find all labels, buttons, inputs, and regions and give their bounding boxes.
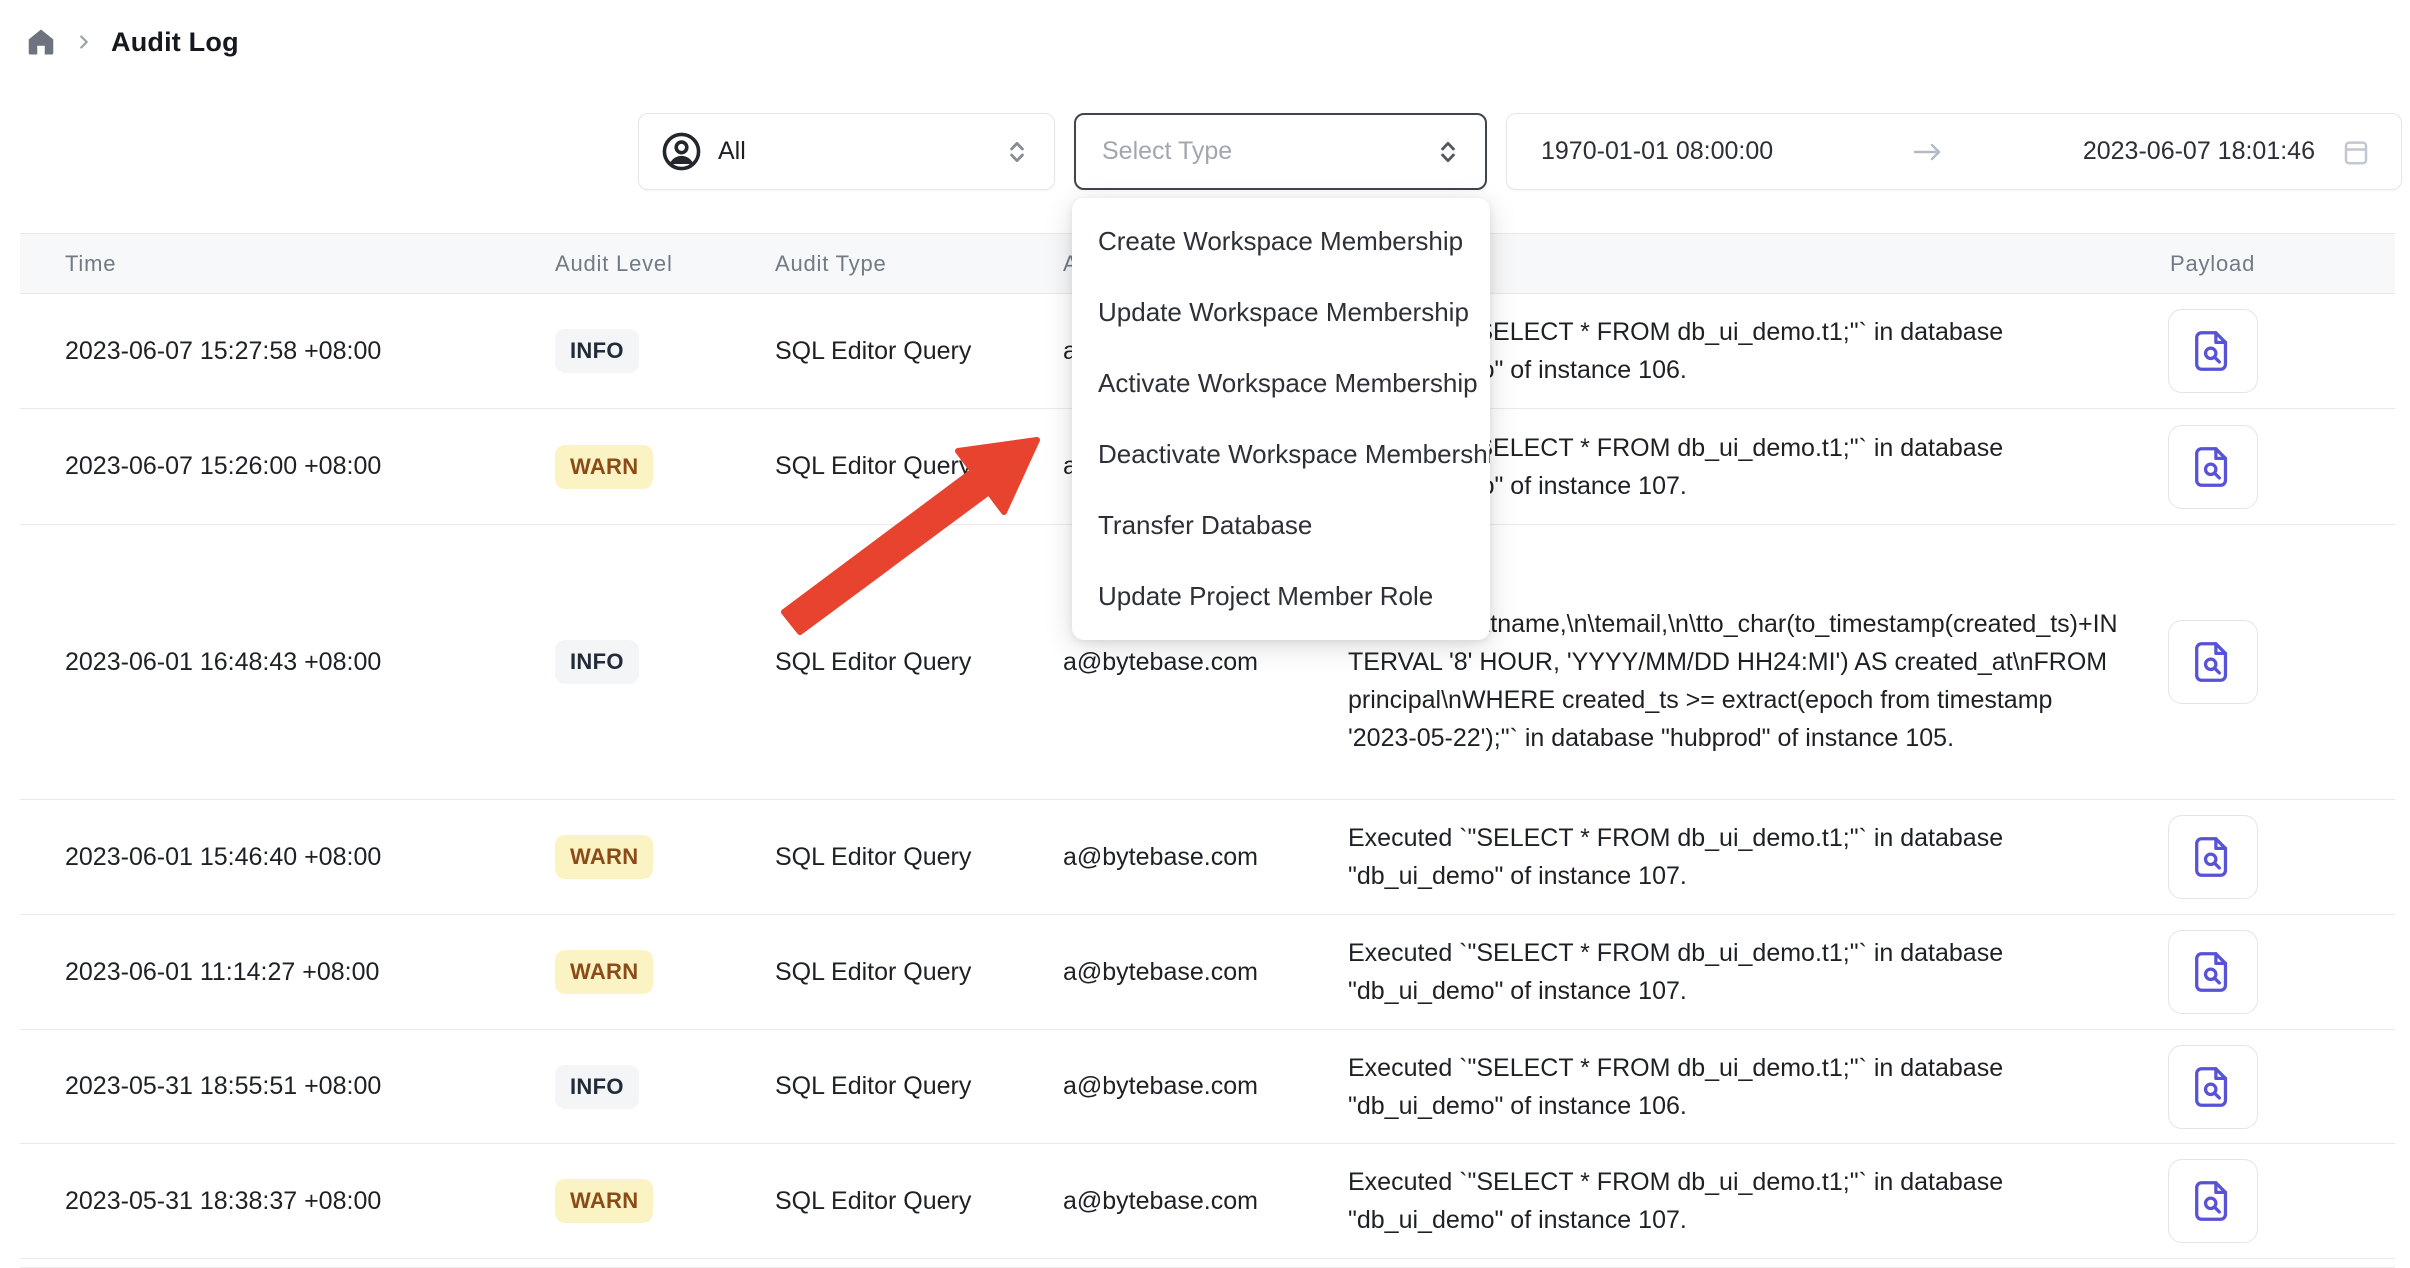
level-badge: INFO xyxy=(555,329,639,373)
menu-item-update-project-member-role[interactable]: Update Project Member Role xyxy=(1072,561,1490,632)
home-icon[interactable] xyxy=(25,26,57,58)
audit-type-cell: SQL Editor Query xyxy=(740,1187,1030,1216)
level-badge: INFO xyxy=(555,640,639,684)
type-filter-select[interactable]: Select Type xyxy=(1074,113,1487,190)
time-cell: 2023-05-31 18:55:51 +08:00 xyxy=(20,1072,520,1101)
file-search-icon xyxy=(2190,1178,2236,1224)
comment-cell: Executed `"SELECT * FROM db_ui_demo.t1;"… xyxy=(1315,1049,2160,1125)
file-search-icon xyxy=(2190,1064,2236,1110)
column-header-level: Audit Level xyxy=(520,251,740,277)
audit-type-cell: SQL Editor Query xyxy=(740,1072,1030,1101)
user-circle-icon xyxy=(661,131,702,172)
level-badge: WARN xyxy=(555,445,653,489)
file-search-icon xyxy=(2190,328,2236,374)
comment-cell: Executed `"SELECT * FROM db_ui_demo.t1;"… xyxy=(1315,934,2160,1010)
table-row-partial xyxy=(20,1259,2395,1268)
actor-filter-value: All xyxy=(718,137,746,166)
time-cell: 2023-06-01 15:46:40 +08:00 xyxy=(20,843,520,872)
view-payload-button[interactable] xyxy=(2168,930,2258,1014)
menu-item-activate-workspace-membership[interactable]: Activate Workspace Membership xyxy=(1072,348,1490,419)
file-search-icon xyxy=(2190,834,2236,880)
table-row: 2023-05-31 18:38:37 +08:00 WARN SQL Edit… xyxy=(20,1144,2395,1259)
select-chevrons-icon xyxy=(1004,139,1030,165)
actor-cell: a@bytebase.com xyxy=(1030,958,1315,987)
date-range-start[interactable]: 1970-01-01 08:00:00 xyxy=(1541,137,1773,166)
time-cell: 2023-06-07 15:27:58 +08:00 xyxy=(20,337,520,366)
menu-item-update-workspace-membership[interactable]: Update Workspace Membership xyxy=(1072,277,1490,348)
breadcrumb: Audit Log xyxy=(25,26,239,58)
calendar-icon xyxy=(2341,137,2371,167)
date-range-end[interactable]: 2023-06-07 18:01:46 xyxy=(2083,137,2315,166)
audit-type-cell: SQL Editor Query xyxy=(740,452,1030,481)
type-filter-dropdown-menu: Create Workspace Membership Update Works… xyxy=(1072,198,1490,640)
column-header-payload: Payload xyxy=(2160,251,2395,277)
file-search-icon xyxy=(2190,949,2236,995)
view-payload-button[interactable] xyxy=(2168,1159,2258,1243)
date-range-picker[interactable]: 1970-01-01 08:00:00 2023-06-07 18:01:46 xyxy=(1506,113,2402,190)
view-payload-button[interactable] xyxy=(2168,309,2258,393)
level-badge: INFO xyxy=(555,1065,639,1109)
actor-cell: a@bytebase.com xyxy=(1030,1072,1315,1101)
level-badge: WARN xyxy=(555,950,653,994)
chevron-right-icon xyxy=(73,31,95,53)
table-row: 2023-06-01 11:14:27 +08:00 WARN SQL Edit… xyxy=(20,915,2395,1030)
audit-type-cell: SQL Editor Query xyxy=(740,648,1030,677)
table-row: 2023-06-01 15:46:40 +08:00 WARN SQL Edit… xyxy=(20,800,2395,915)
actor-cell: a@bytebase.com xyxy=(1030,843,1315,872)
actor-cell: a@bytebase.com xyxy=(1030,648,1315,677)
table-row: 2023-05-31 18:55:51 +08:00 INFO SQL Edit… xyxy=(20,1030,2395,1144)
arrow-right-icon xyxy=(1911,139,1945,165)
actor-filter-select[interactable]: All xyxy=(638,113,1055,190)
menu-item-deactivate-workspace-membership[interactable]: Deactivate Workspace Membership xyxy=(1072,419,1490,490)
level-badge: WARN xyxy=(555,1179,653,1223)
filter-bar: All Select Type 1970-01-01 08:00:00 2023… xyxy=(638,113,2402,190)
audit-type-cell: SQL Editor Query xyxy=(740,958,1030,987)
audit-type-cell: SQL Editor Query xyxy=(740,337,1030,366)
page-title: Audit Log xyxy=(111,27,239,58)
time-cell: 2023-06-01 16:48:43 +08:00 xyxy=(20,648,520,677)
view-payload-button[interactable] xyxy=(2168,1045,2258,1129)
level-badge: WARN xyxy=(555,835,653,879)
view-payload-button[interactable] xyxy=(2168,425,2258,509)
select-chevrons-icon xyxy=(1435,139,1461,165)
menu-item-transfer-database[interactable]: Transfer Database xyxy=(1072,490,1490,561)
time-cell: 2023-05-31 18:38:37 +08:00 xyxy=(20,1187,520,1216)
comment-cell: Executed `"SELECT * FROM db_ui_demo.t1;"… xyxy=(1315,819,2160,895)
type-filter-placeholder: Select Type xyxy=(1102,137,1232,166)
view-payload-button[interactable] xyxy=(2168,815,2258,899)
time-cell: 2023-06-07 15:26:00 +08:00 xyxy=(20,452,520,481)
audit-type-cell: SQL Editor Query xyxy=(740,843,1030,872)
time-cell: 2023-06-01 11:14:27 +08:00 xyxy=(20,958,520,987)
comment-cell: Executed `"SELECT * FROM db_ui_demo.t1;"… xyxy=(1315,1163,2160,1239)
menu-item-create-workspace-membership[interactable]: Create Workspace Membership xyxy=(1072,206,1490,277)
file-search-icon xyxy=(2190,639,2236,685)
file-search-icon xyxy=(2190,444,2236,490)
view-payload-button[interactable] xyxy=(2168,620,2258,704)
column-header-type: Audit Type xyxy=(740,251,1030,277)
column-header-time: Time xyxy=(20,251,520,277)
actor-cell: a@bytebase.com xyxy=(1030,1187,1315,1216)
